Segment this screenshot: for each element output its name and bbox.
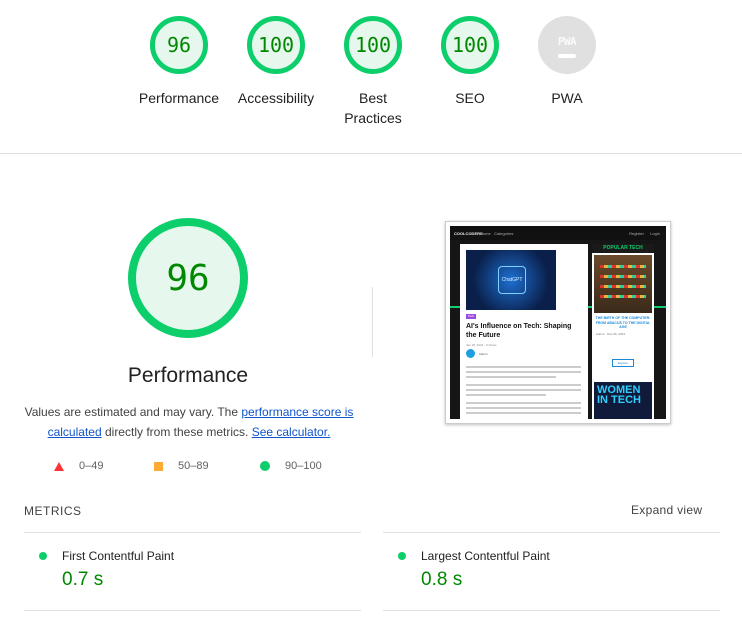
abacus-row [600,265,646,268]
square-icon [154,461,163,471]
metrics-divider [383,610,720,611]
gauge-seo[interactable]: 100 SEO [420,16,520,108]
metric-value: 0.7 s [62,569,104,590]
screenshot-side-meta: Admin · Dec 06, 2023 [596,332,626,336]
legend-pass-label: 90–100 [285,460,322,472]
text-line [466,384,581,386]
text-line [466,376,556,378]
legend-average-label: 50–89 [178,460,209,472]
abacus-row [600,285,646,288]
text-line [466,407,581,409]
legend-average: 50–89 [154,460,209,472]
avatar [466,349,475,358]
screenshot-women-banner: WOMEN IN TECH [594,382,652,419]
pass-circle-icon [39,552,47,560]
metric-value: 0.8 s [421,569,463,590]
see-calculator-link[interactable]: See calculator. [252,425,331,439]
performance-title: Performance [127,364,249,387]
expand-view-button[interactable]: Expand view [631,503,702,517]
legend-fail-label: 0–49 [79,460,104,472]
screenshot-article-meta: Jan 18, 2024 · 9 Views [466,343,497,347]
metric-name: Largest Contentful Paint [421,549,550,563]
vertical-divider [372,287,373,357]
metrics-divider [383,532,720,533]
abacus-row [600,275,646,278]
pwa-badge-text: PWA [557,34,577,48]
gauge-seo-label: SEO [455,90,485,106]
final-screenshot-thumbnail[interactable]: COOLCODERS Home Categories Register Logi… [445,221,671,424]
metrics-divider [24,610,361,611]
performance-score-gauge: 96 [128,218,248,338]
pwa-badge-icon: PWA [538,16,596,74]
text-line [466,412,581,414]
abacus-image [594,255,652,313]
description-text-2: directly from these metrics. [101,425,252,439]
text-line [466,366,581,368]
screenshot-side-heading: THE BIRTH OF THE COMPUTER: FROM ABACUS T… [595,316,651,329]
screenshot-navbar: COOLCODERS Home Categories Register Logi… [450,226,666,240]
gauge-performance-label: Performance [138,90,220,106]
screenshot-tag: Tech [466,314,476,319]
screenshot-article-title: AI's Influence on Tech: Shaping the Futu… [466,323,572,339]
metrics-divider [24,532,361,533]
gauge-best-practices[interactable]: 100 Best Practices [323,16,423,128]
screenshot-author: Admin [479,352,488,356]
gauge-seo-score: 100 [441,16,499,74]
text-line [466,371,581,373]
screenshot-nav-link: Login [650,231,660,236]
metrics-heading: METRICS [24,504,82,518]
gauge-accessibility-score: 100 [247,16,305,74]
pwa-dash-icon [558,53,576,58]
metric-name: First Contentful Paint [62,549,175,563]
text-line [466,394,546,396]
screenshot-page: COOLCODERS Home Categories Register Logi… [450,226,666,419]
screenshot-nav-link: Categories [494,231,514,236]
abacus-row [600,295,646,298]
triangle-icon [54,461,64,471]
text-line [466,402,581,404]
gauge-performance[interactable]: 96 Performance [129,16,229,108]
category-summary: 96 Performance 100 Accessibility 100 Bes… [0,0,742,154]
gauge-best-practices-score: 100 [344,16,402,74]
gauge-pwa-label: PWA [551,90,583,106]
description-text-1: Values are estimated and may vary. The [24,405,242,419]
performance-description: Values are estimated and may vary. The p… [24,402,354,442]
gauge-performance-score: 96 [150,16,208,74]
screenshot-nav-link: Register [629,231,644,236]
screenshot-sidebar: POPULAR TECH THE BIRTH OF THE COMPUTER: … [592,244,654,419]
screenshot-hero-image: ChatGPT [466,250,556,310]
screenshot-side-title: POPULAR TECH [592,244,654,253]
gauge-pwa[interactable]: PWA PWA [517,16,617,108]
pass-circle-icon [398,552,406,560]
legend-fail: 0–49 [54,460,103,472]
screenshot-side-button: Explore [612,359,634,367]
chip-icon: ChatGPT [498,266,526,294]
screenshot-brand: COOLCODERS [454,231,483,236]
circle-icon [260,461,270,471]
screenshot-nav-link: Home [480,231,491,236]
screenshot-article-card: ChatGPT Tech AI's Influence on Tech: Sha… [460,244,588,419]
legend-pass: 90–100 [260,460,322,472]
text-line [466,389,581,391]
gauge-accessibility-label: Accessibility [237,90,315,106]
gauge-accessibility[interactable]: 100 Accessibility [226,16,326,108]
gauge-best-practices-label: Best Practices [344,90,402,126]
